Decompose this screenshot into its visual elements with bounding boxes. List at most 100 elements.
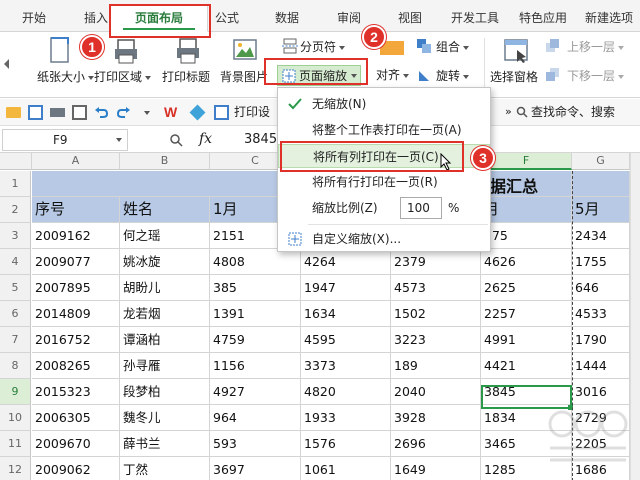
align-button[interactable]: 对齐	[376, 68, 410, 82]
table-cell[interactable]: 2205	[572, 431, 630, 457]
table-cell[interactable]: 姚冰旋	[120, 249, 210, 275]
menu-item-fit-all-columns[interactable]: 将所有列打印在一页(C)	[278, 144, 490, 171]
name-box-dropdown-icon[interactable]	[116, 138, 122, 142]
row-header-9[interactable]: 9	[0, 379, 31, 405]
table-cell[interactable]	[572, 171, 630, 197]
table-cell[interactable]: 2014809	[32, 301, 120, 327]
menu-item-fit-all-rows[interactable]: 将所有行打印在一页(R)	[278, 170, 490, 194]
table-cell[interactable]: 1933	[301, 405, 391, 431]
table-cell[interactable]: 775	[481, 223, 572, 249]
table-cell[interactable]: 2008265	[32, 353, 120, 379]
ribbon-scroll-left-icon[interactable]	[4, 59, 9, 69]
table-cell[interactable]: 2257	[481, 301, 572, 327]
column-header-g[interactable]: G	[572, 153, 630, 170]
search-icon[interactable]	[516, 106, 528, 118]
table-cell[interactable]: 薛书兰	[120, 431, 210, 457]
command-search-input[interactable]: 查找命令、搜索	[531, 105, 615, 119]
bring-forward-button[interactable]: 上移一层	[567, 40, 625, 54]
page-zoom-button[interactable]: 页面缩放	[277, 65, 361, 86]
table-cell[interactable]: 4759	[210, 327, 301, 353]
table-cell[interactable]: 4595	[301, 327, 391, 353]
table-cell[interactable]: 谭涵柏	[120, 327, 210, 353]
tab-formulas[interactable]: 公式	[206, 9, 248, 31]
print-icon[interactable]	[50, 108, 65, 117]
table-cell[interactable]: 4626	[481, 249, 572, 275]
table-cell[interactable]: 1790	[572, 327, 630, 353]
table-cell[interactable]: 2007895	[32, 275, 120, 301]
row-header-2[interactable]: 2	[0, 197, 31, 223]
column-header-a[interactable]: A	[32, 153, 120, 170]
selection-pane-button[interactable]: 选择窗格	[490, 70, 538, 84]
table-cell[interactable]: 4820	[301, 379, 391, 405]
table-cell[interactable]: 2729	[572, 405, 630, 431]
column-title-cell[interactable]: 姓名	[120, 197, 210, 223]
print-setup-icon[interactable]	[214, 105, 229, 120]
rotate-button[interactable]: 旋转	[436, 69, 470, 83]
zoom-ratio-input[interactable]: 100	[400, 197, 442, 219]
table-cell[interactable]: 646	[572, 275, 630, 301]
table-cell[interactable]: 964	[210, 405, 301, 431]
column-title-cell[interactable]: 序号	[32, 197, 120, 223]
table-cell[interactable]: 2696	[391, 431, 481, 457]
print-titles-button[interactable]: 打印标题	[162, 70, 210, 84]
table-cell[interactable]: 3465	[481, 431, 572, 457]
table-cell[interactable]: 丁然	[120, 457, 210, 480]
row-header-8[interactable]: 8	[0, 353, 31, 379]
table-cell[interactable]: 1285	[481, 457, 572, 480]
column-title-cell[interactable]: 5月	[572, 197, 630, 223]
vertical-scrollbar[interactable]	[630, 153, 640, 480]
column-title-cell[interactable]: 月	[481, 197, 572, 223]
tab-view[interactable]: 视图	[388, 9, 432, 31]
redo-icon[interactable]	[116, 105, 131, 120]
table-cell[interactable]: 2006305	[32, 405, 120, 431]
group-button[interactable]: 组合	[436, 40, 470, 54]
row-header-11[interactable]: 11	[0, 431, 31, 457]
print-area-button[interactable]: 打印区域	[94, 70, 152, 84]
tab-developer[interactable]: 开发工具	[444, 9, 506, 31]
table-cell[interactable]: 孙寻雁	[120, 353, 210, 379]
print-preview-icon[interactable]	[72, 105, 87, 120]
table-cell[interactable]: 593	[210, 431, 301, 457]
table-cell[interactable]: 1156	[210, 353, 301, 379]
open-folder-icon[interactable]	[6, 107, 21, 118]
table-cell[interactable]: 1061	[301, 457, 391, 480]
send-backward-button[interactable]: 下移一层	[567, 69, 625, 83]
column-header-b[interactable]: B	[120, 153, 210, 170]
zoom-magnifier-icon[interactable]	[169, 133, 183, 147]
table-cell[interactable]: 2009062	[32, 457, 120, 480]
row-header-3[interactable]: 3	[0, 223, 31, 249]
table-cell[interactable]: 1576	[301, 431, 391, 457]
table-cell[interactable]: 4927	[210, 379, 301, 405]
table-cell[interactable]: 魏冬儿	[120, 405, 210, 431]
table-cell[interactable]: 1391	[210, 301, 301, 327]
table-cell[interactable]: 3223	[391, 327, 481, 353]
undo-icon[interactable]	[94, 105, 109, 120]
name-box[interactable]: F9	[2, 129, 128, 151]
table-cell[interactable]: 3928	[391, 405, 481, 431]
tab-new-options[interactable]: 新建选项	[578, 9, 640, 31]
page-break-button[interactable]: 分页符	[300, 40, 346, 54]
table-cell[interactable]: 2015323	[32, 379, 120, 405]
table-cell[interactable]: 2009077	[32, 249, 120, 275]
table-cell[interactable]: 4573	[391, 275, 481, 301]
table-cell[interactable]: 2434	[572, 223, 630, 249]
table-cell[interactable]: 2625	[481, 275, 572, 301]
menu-item-custom-scaling[interactable]: 自定义缩放(X)...	[278, 227, 490, 251]
table-cell[interactable]: 1686	[572, 457, 630, 480]
tab-data[interactable]: 数据	[266, 9, 308, 31]
table-cell[interactable]: 2016752	[32, 327, 120, 353]
row-header-12[interactable]: 12	[0, 457, 31, 480]
background-picture-button[interactable]: 背景图片	[220, 70, 268, 84]
row-header-1[interactable]: 1	[0, 171, 31, 197]
table-cell[interactable]: 2009670	[32, 431, 120, 457]
tab-page-layout[interactable]: 页面布局	[110, 4, 208, 32]
table-cell[interactable]: 1444	[572, 353, 630, 379]
qat-dropdown-icon[interactable]	[144, 111, 150, 115]
row-header-10[interactable]: 10	[0, 405, 31, 431]
menu-item-no-scaling[interactable]: 无缩放(N)	[278, 92, 490, 116]
row-header-4[interactable]: 4	[0, 249, 31, 275]
cube-icon[interactable]	[189, 104, 206, 121]
select-all-corner[interactable]	[0, 153, 32, 170]
table-cell[interactable]: 2040	[391, 379, 481, 405]
table-cell[interactable]: 1755	[572, 249, 630, 275]
